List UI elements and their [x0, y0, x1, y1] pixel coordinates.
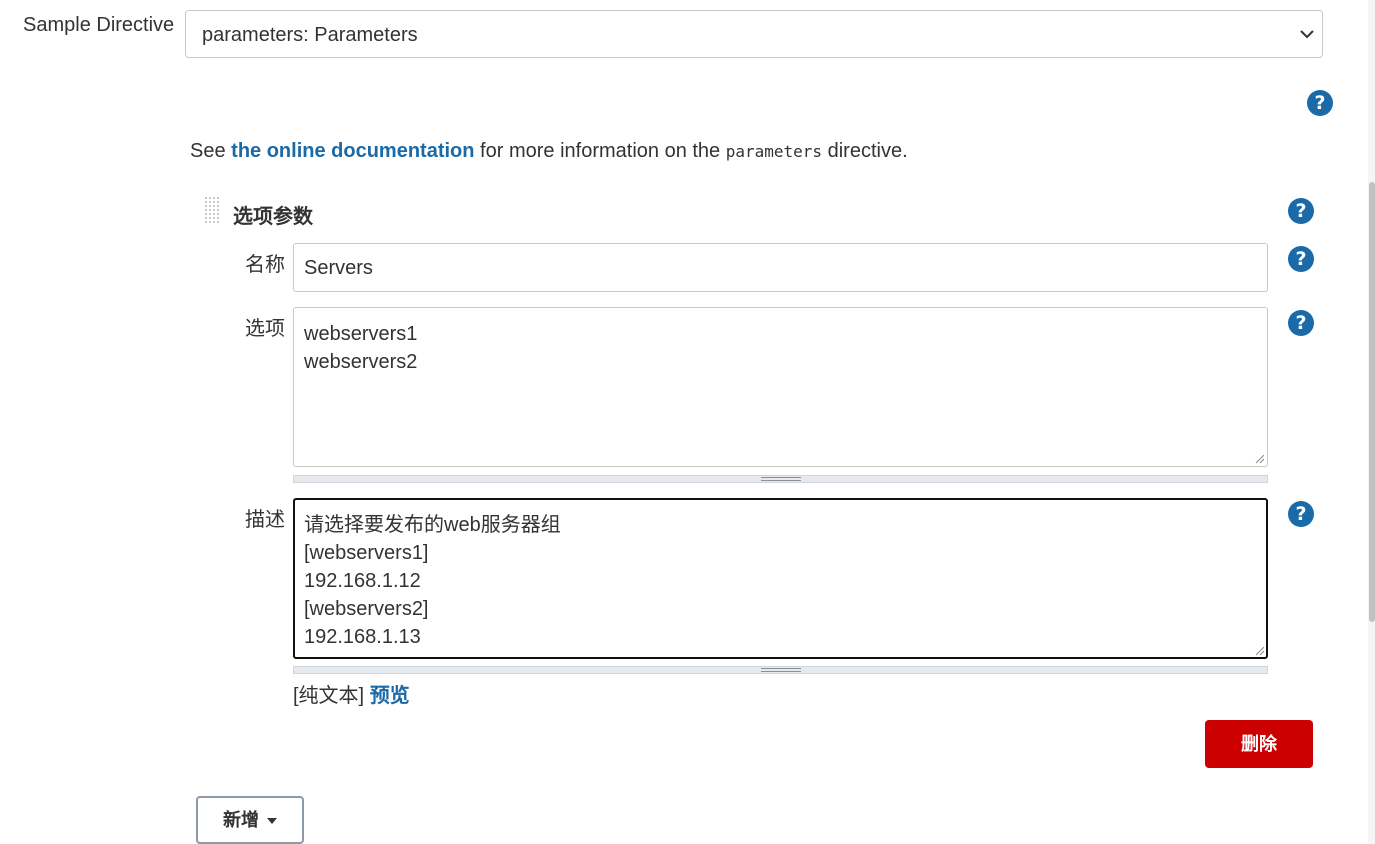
section-title: 选项参数 [233, 206, 313, 228]
chevron-down-icon [1298, 25, 1316, 48]
online-documentation-link[interactable]: the online documentation [231, 140, 474, 162]
description-textarea[interactable]: 请选择要发布的web服务器组 [webservers1] 192.168.1.1… [293, 498, 1268, 659]
help-icon[interactable]: ? [1307, 90, 1333, 116]
documentation-note: See the online documentation for more in… [190, 140, 908, 163]
help-icon[interactable]: ? [1288, 310, 1314, 336]
choices-label: 选项 [245, 318, 285, 340]
doc-code: parameters [725, 142, 823, 161]
sample-directive-label: Sample Directive [23, 14, 175, 36]
caret-down-icon [267, 818, 277, 825]
name-label: 名称 [245, 254, 285, 276]
add-button[interactable]: 新增 [196, 796, 304, 844]
help-icon[interactable]: ? [1288, 198, 1314, 224]
help-icon[interactable]: ? [1288, 246, 1314, 272]
description-label: 描述 [245, 509, 285, 531]
choices-resize-handle[interactable] [293, 475, 1268, 483]
doc-prefix: See [190, 140, 232, 162]
markup-format: [纯文本] 预览 [293, 679, 410, 708]
drag-handle-icon[interactable] [203, 196, 221, 226]
choices-textarea[interactable]: webservers1 webservers2 [293, 307, 1268, 467]
sample-directive-select[interactable]: parameters: Parameters [185, 10, 1323, 58]
sample-directive-value: parameters: Parameters [202, 24, 418, 46]
preview-link[interactable]: 预览 [370, 685, 410, 707]
resize-corner-icon[interactable] [1253, 644, 1265, 656]
scrollbar-thumb[interactable] [1369, 182, 1375, 622]
plain-text-label: [纯文本] [293, 685, 365, 707]
description-resize-handle[interactable] [293, 666, 1268, 674]
doc-suffix: directive. [822, 140, 908, 162]
name-input[interactable]: Servers [293, 243, 1268, 292]
doc-middle: for more information on the [474, 140, 726, 162]
delete-button[interactable]: 删除 [1205, 720, 1313, 768]
add-button-label: 新增 [223, 810, 259, 830]
help-icon[interactable]: ? [1288, 501, 1314, 527]
resize-corner-icon[interactable] [1253, 452, 1265, 464]
